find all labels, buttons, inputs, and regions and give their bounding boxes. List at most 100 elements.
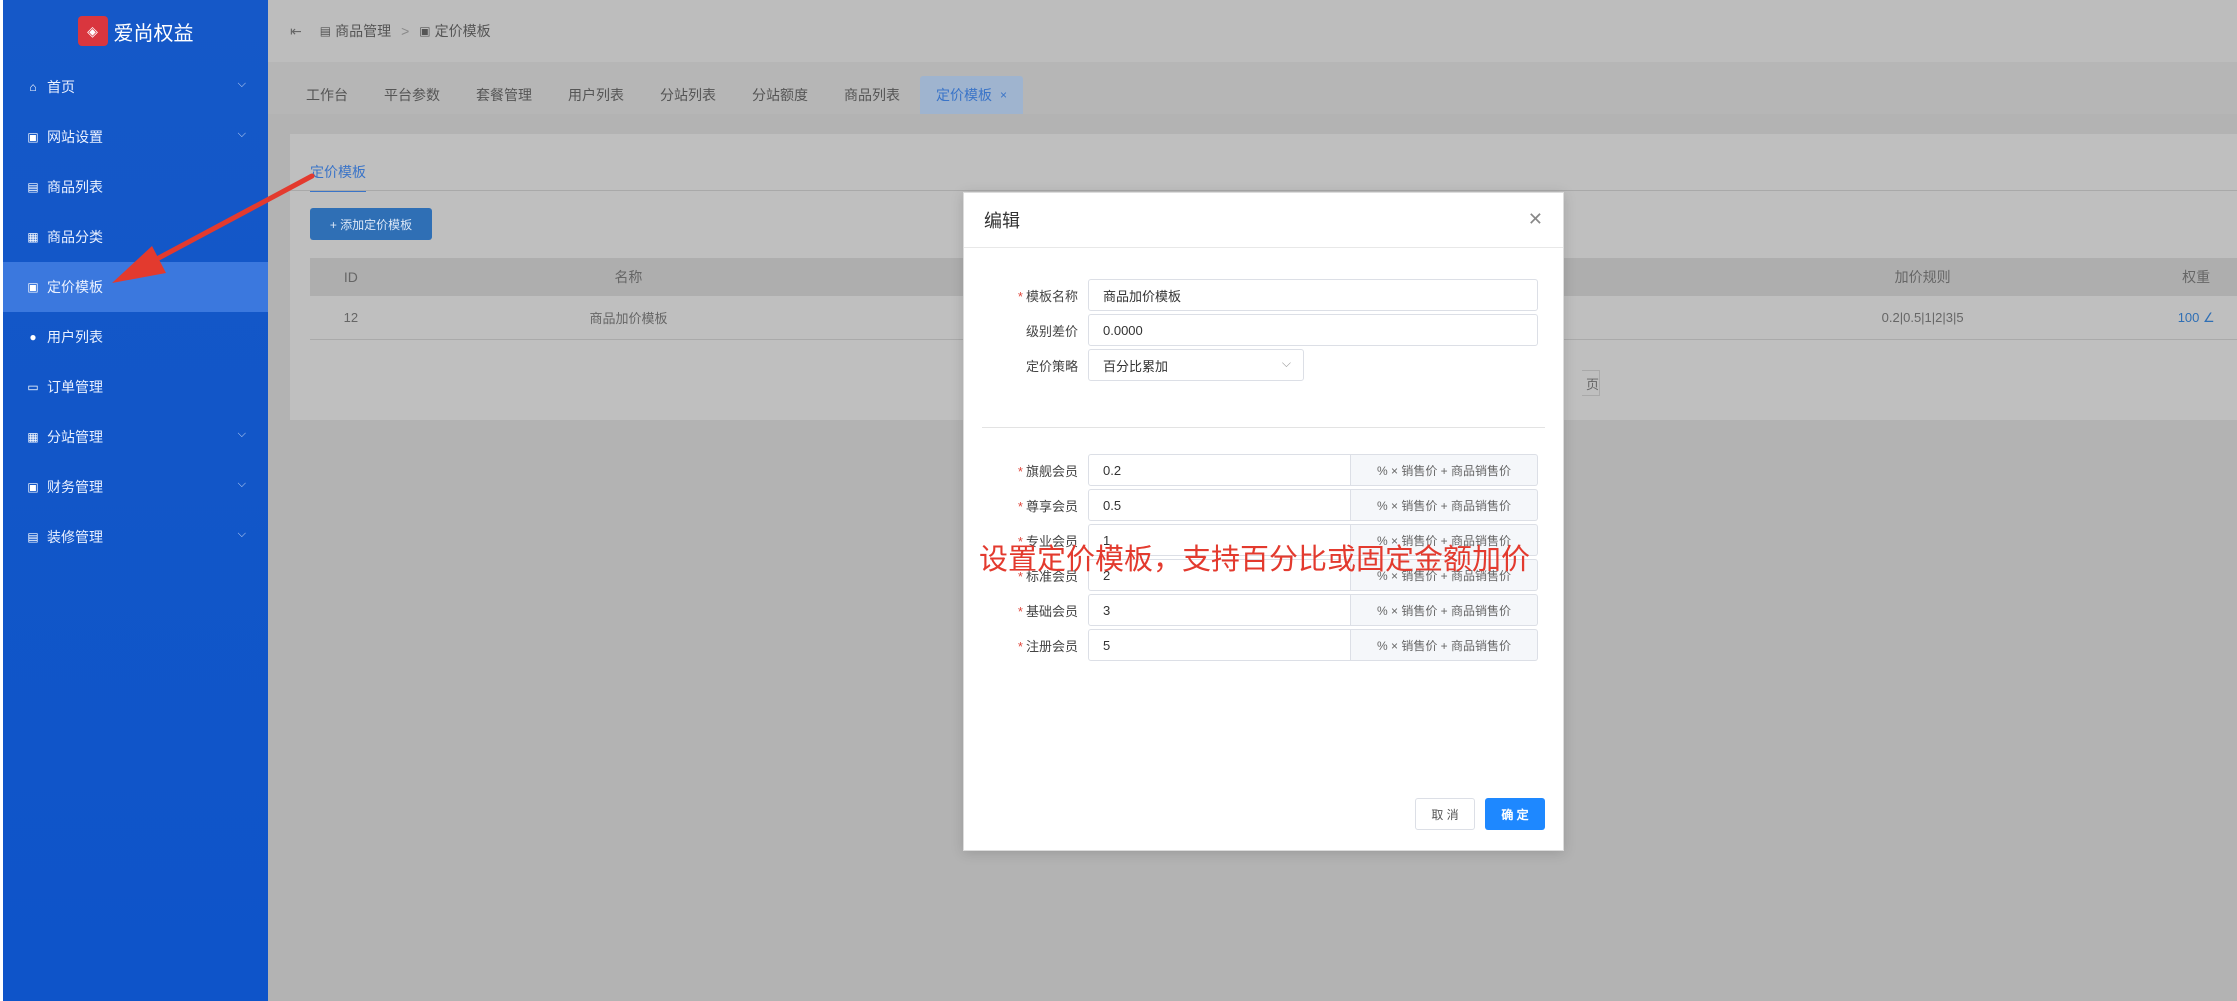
sidebar-item-list[interactable]: ▤ 商品列表: [3, 162, 268, 212]
tab-label: 工作台: [306, 87, 348, 103]
annotation-caption: 设置定价模板，支持百分比或固定金额加价: [979, 544, 1531, 576]
sidebar-item-label: 订单管理: [47, 379, 103, 395]
sidebar-item-label: 定价模板: [47, 279, 103, 295]
confirm-button[interactable]: 确 定: [1485, 798, 1545, 830]
sidebar-item-home[interactable]: ⌂ 首页 ⌵: [3, 62, 268, 112]
tab-5[interactable]: 分站额度: [736, 76, 824, 114]
member-rate-group: 0.2% × 销售价 + 商品销售价: [1088, 454, 1538, 486]
required-mark: *: [1017, 603, 1023, 619]
member-rate-input[interactable]: 0.2: [1088, 454, 1351, 486]
tab-close-icon[interactable]: ×: [1000, 88, 1007, 102]
cell-weight-edit[interactable]: 100 ∠: [2155, 310, 2237, 326]
logo-mark-icon: ◈: [77, 16, 108, 46]
template-icon: ▣: [27, 280, 39, 294]
member-rate-input[interactable]: 5: [1088, 629, 1351, 661]
form-row-member: * 尊享会员 0.5% × 销售价 + 商品销售价: [964, 489, 1565, 521]
form-row-name: * 模板名称 商品加价模板: [964, 279, 1565, 311]
tab-label: 用户列表: [568, 87, 624, 103]
brand-name: 爱尚权益: [113, 22, 194, 45]
edit-modal: 编辑 ✕ * 模板名称 商品加价模板 级别差价 0.0000 定价策略 百分比累加…: [963, 192, 1564, 851]
settings-icon: ▣: [27, 130, 39, 144]
member-rate-suffix: % × 销售价 + 商品销售价: [1351, 489, 1538, 521]
tab-label: 平台参数: [384, 87, 440, 103]
member-rate-suffix: % × 销售价 + 商品销售价: [1351, 594, 1538, 626]
tab-2[interactable]: 套餐管理: [460, 76, 548, 114]
add-template-button[interactable]: + 添加定价模板: [310, 208, 432, 240]
modal-header: 编辑 ✕: [964, 193, 1563, 248]
breadcrumb-item-template: 定价模板: [434, 23, 491, 39]
sidebar: ◈ 爱尚权益 ⌂ 首页 ⌵ ▣ 网站设置 ⌵ ▤ 商品列表 ▦ 商品分类 ▣ 定价模板 ● 用户列表 ▭ 订单…: [0, 0, 268, 1001]
site-icon: ▦: [27, 430, 39, 444]
sidebar-item-label: 首页: [47, 79, 75, 95]
sidebar-item-grid[interactable]: ▦ 商品分类: [3, 212, 268, 262]
member-label: 注册会员: [1025, 638, 1078, 654]
sidebar-item-template[interactable]: ▣ 定价模板: [3, 262, 268, 312]
level-diff-input[interactable]: 0.0000: [1088, 314, 1538, 346]
topbar: ⇤ ▤ 商品管理 > ▣ 定价模板: [268, 0, 2237, 62]
sidebar-item-label: 商品列表: [47, 179, 103, 195]
member-rate-suffix: % × 销售价 + 商品销售价: [1351, 629, 1538, 661]
form-row-level-diff: 级别差价 0.0000: [964, 314, 1565, 346]
tab-3[interactable]: 用户列表: [552, 76, 640, 114]
strategy-select[interactable]: 百分比累加 ⌵: [1088, 349, 1304, 381]
breadcrumb-template-icon: ▣: [419, 24, 431, 38]
fold-menu-icon[interactable]: ⇤: [290, 23, 302, 40]
tab-label: 商品列表: [844, 87, 900, 103]
col-name-header: 名称: [614, 269, 643, 285]
decor-icon: ▤: [27, 530, 39, 544]
member-rate-group: 5% × 销售价 + 商品销售价: [1088, 629, 1538, 661]
sidebar-item-label: 网站设置: [47, 129, 103, 145]
required-mark: *: [1017, 638, 1023, 654]
cell-rule: 0.2|0.5|1|2|3|5: [1881, 310, 1964, 325]
tab-label: 分站列表: [660, 87, 716, 103]
sidebar-item-label: 分站管理: [47, 429, 103, 445]
grid-icon: ▦: [27, 230, 39, 244]
col-id-header: ID: [343, 269, 358, 285]
member-rate-group: 0.5% × 销售价 + 商品销售价: [1088, 489, 1538, 521]
col-rule-header: 加价规则: [1894, 269, 1951, 285]
brand-logo[interactable]: ◈ 爱尚权益: [3, 0, 268, 62]
template-name-input[interactable]: 商品加价模板: [1088, 279, 1538, 311]
col-weight-header: 权重: [2182, 269, 2211, 285]
required-mark: *: [1017, 463, 1023, 479]
cancel-button[interactable]: 取 消: [1415, 798, 1475, 830]
tab-4[interactable]: 分站列表: [644, 76, 732, 114]
chevron-down-icon: ⌵: [237, 78, 246, 90]
form-row-member: * 基础会员 3% × 销售价 + 商品销售价: [964, 594, 1565, 626]
sidebar-item-label: 用户列表: [47, 329, 103, 345]
modal-title: 编辑: [984, 211, 1020, 231]
sidebar-item-settings[interactable]: ▣ 网站设置 ⌵: [3, 112, 268, 162]
level-diff-label: 级别差价: [1025, 323, 1078, 339]
strategy-value: 百分比累加: [1103, 358, 1169, 374]
sidebar-item-cart[interactable]: ▭ 订单管理: [3, 362, 268, 412]
breadcrumb-item-goods[interactable]: 商品管理: [335, 21, 391, 41]
member-label: 旗舰会员: [1025, 463, 1078, 479]
chevron-down-icon: ⌵: [237, 478, 246, 490]
close-icon[interactable]: ✕: [1528, 209, 1543, 230]
chevron-down-icon: ⌵: [237, 128, 246, 140]
tab-1[interactable]: 平台参数: [368, 76, 456, 114]
member-label: 基础会员: [1025, 603, 1078, 619]
finance-icon: ▣: [27, 480, 39, 494]
home-icon: ⌂: [29, 80, 37, 94]
member-rate-input[interactable]: 0.5: [1088, 489, 1351, 521]
member-rate-suffix: % × 销售价 + 商品销售价: [1351, 454, 1538, 486]
cart-icon: ▭: [27, 380, 39, 394]
member-label: 尊享会员: [1025, 498, 1078, 514]
content-tab-template[interactable]: 定价模板: [310, 162, 366, 192]
tab-7[interactable]: 定价模板 ×: [920, 76, 1024, 114]
required-mark: *: [1017, 288, 1023, 304]
tab-6[interactable]: 商品列表: [828, 76, 916, 114]
sidebar-item-site[interactable]: ▦ 分站管理 ⌵: [3, 412, 268, 462]
sidebar-item-finance[interactable]: ▣ 财务管理 ⌵: [3, 462, 268, 512]
cell-id: 12: [343, 310, 359, 325]
sidebar-item-user[interactable]: ● 用户列表: [3, 312, 268, 362]
breadcrumb-folder-icon: ▤: [319, 24, 332, 38]
chevron-down-icon: ⌵: [237, 528, 246, 540]
sidebar-item-decor[interactable]: ▤ 装修管理 ⌵: [3, 512, 268, 562]
list-icon: ▤: [27, 180, 39, 194]
tab-label: 分站额度: [752, 87, 808, 103]
member-rate-input[interactable]: 3: [1088, 594, 1351, 626]
required-mark: *: [1017, 498, 1023, 514]
tab-0[interactable]: 工作台: [290, 76, 364, 114]
